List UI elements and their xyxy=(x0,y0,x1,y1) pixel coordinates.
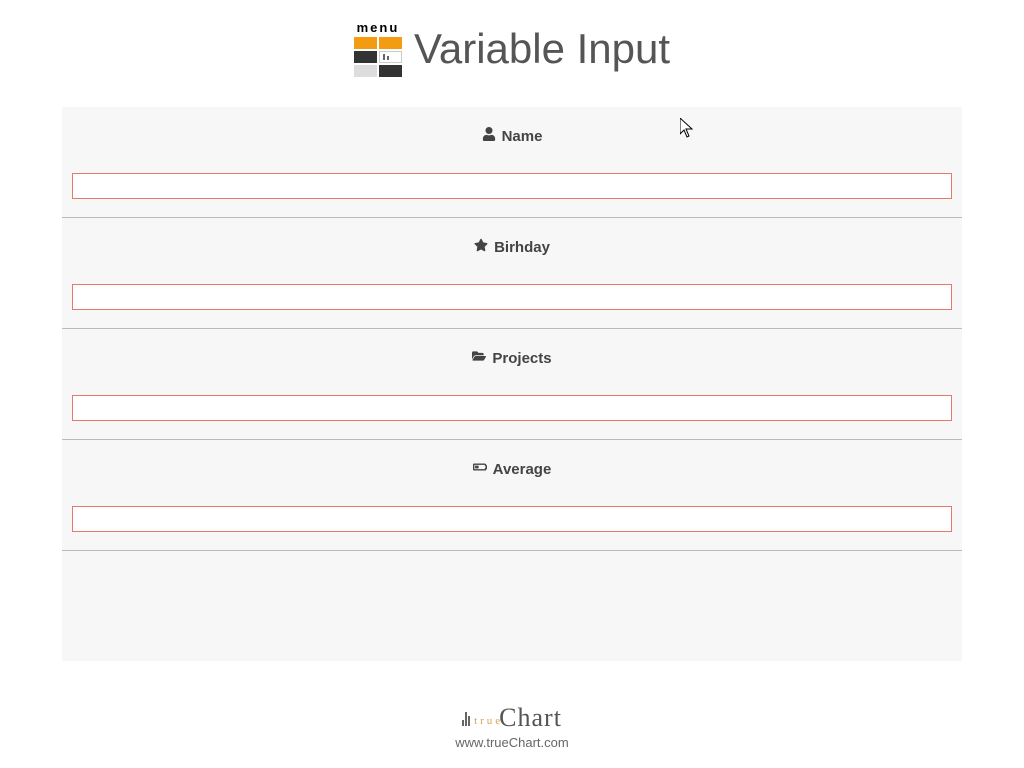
menu-icon-wrapper: menu xyxy=(354,20,402,77)
field-label-text: Name xyxy=(502,128,543,145)
footer-url: www.trueChart.com xyxy=(0,735,1024,750)
menu-label: menu xyxy=(357,20,400,35)
logo-chart-text: Chart xyxy=(499,703,562,733)
field-label-text: Birhday xyxy=(494,239,550,256)
folder-icon xyxy=(472,349,486,367)
form-section-average: Average xyxy=(62,440,962,551)
footer-logo: true Chart xyxy=(462,703,562,733)
form-section-projects: Projects xyxy=(62,329,962,440)
form-section-name: Name xyxy=(62,107,962,218)
form-section-empty xyxy=(62,551,962,661)
page-header: menu Variable Input xyxy=(0,0,1024,87)
name-input[interactable] xyxy=(72,173,952,199)
user-icon xyxy=(482,127,496,145)
menu-tiles-icon[interactable] xyxy=(354,37,402,77)
field-label-text: Projects xyxy=(492,350,551,367)
birthday-input[interactable] xyxy=(72,284,952,310)
field-label: Projects xyxy=(72,349,952,367)
field-label: Name xyxy=(72,127,952,145)
page-title: Variable Input xyxy=(414,25,670,73)
form-section-birthday: Birhday xyxy=(62,218,962,329)
star-icon xyxy=(474,238,488,256)
logo-bars-icon xyxy=(462,712,470,726)
battery-icon xyxy=(473,460,487,478)
average-input[interactable] xyxy=(72,506,952,532)
footer: true Chart www.trueChart.com xyxy=(0,703,1024,750)
projects-input[interactable] xyxy=(72,395,952,421)
field-label: Average xyxy=(72,460,952,478)
field-label-text: Average xyxy=(493,461,552,478)
logo-true-text: true xyxy=(474,715,503,727)
form-panel: Name Birhday Projects Average xyxy=(62,107,962,661)
field-label: Birhday xyxy=(72,238,952,256)
